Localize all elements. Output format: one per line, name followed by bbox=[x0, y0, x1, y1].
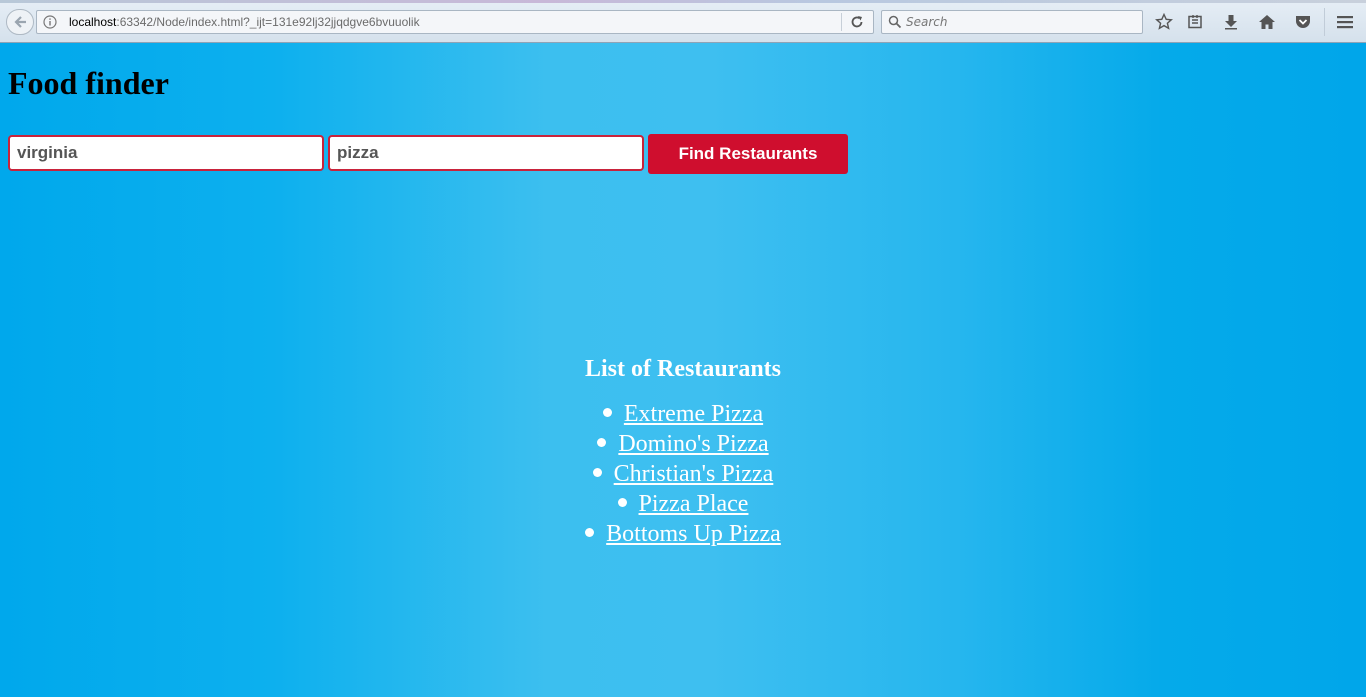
location-input[interactable] bbox=[8, 135, 324, 171]
restaurant-list: Extreme Pizza Domino's Pizza Christian's… bbox=[0, 399, 1366, 549]
list-item: Pizza Place bbox=[0, 489, 1366, 519]
back-arrow-icon bbox=[14, 16, 26, 28]
page-content: Food finder Find Restaurants List of Res… bbox=[0, 43, 1366, 697]
pocket-icon bbox=[1296, 16, 1310, 28]
list-item: Christian's Pizza bbox=[0, 459, 1366, 489]
info-icon[interactable] bbox=[43, 15, 57, 29]
url-text[interactable]: localhost:63342/Node/index.html?_ijt=131… bbox=[69, 15, 420, 29]
page-title: Food finder bbox=[8, 65, 169, 101]
bullet-icon bbox=[602, 407, 612, 417]
url-separator bbox=[841, 13, 842, 31]
download-icon bbox=[1225, 15, 1237, 30]
home-icon bbox=[1259, 15, 1275, 29]
window-top-edge bbox=[0, 0, 1366, 3]
reading-list-icon bbox=[1188, 15, 1202, 29]
menu-button[interactable] bbox=[1335, 12, 1355, 32]
list-item: Domino's Pizza bbox=[0, 429, 1366, 459]
bullet-icon bbox=[592, 467, 602, 477]
food-input[interactable] bbox=[328, 135, 644, 171]
url-host: localhost bbox=[69, 15, 117, 29]
results-heading: List of Restaurants bbox=[585, 356, 781, 382]
search-input[interactable] bbox=[906, 13, 1136, 31]
back-button[interactable] bbox=[6, 9, 34, 35]
bookmark-star-icon bbox=[1155, 13, 1173, 30]
download-button[interactable] bbox=[1221, 12, 1241, 32]
pocket-button[interactable] bbox=[1293, 12, 1313, 32]
results-section: List of Restaurants Extreme Pizza Domino… bbox=[0, 353, 1366, 549]
restaurant-link[interactable]: Domino's Pizza bbox=[618, 431, 768, 457]
toolbar-separator bbox=[1324, 8, 1325, 36]
search-icon bbox=[888, 15, 902, 29]
url-path: :63342/Node/index.html?_ijt=131e92lj32jj… bbox=[116, 15, 420, 29]
reading-list-button[interactable] bbox=[1185, 12, 1205, 32]
restaurant-link[interactable]: Christian's Pizza bbox=[614, 461, 774, 487]
reload-icon[interactable] bbox=[849, 14, 865, 30]
restaurant-link[interactable]: Bottoms Up Pizza bbox=[606, 521, 781, 547]
find-restaurants-button[interactable]: Find Restaurants bbox=[648, 134, 848, 174]
list-item: Bottoms Up Pizza bbox=[0, 519, 1366, 549]
bullet-icon bbox=[597, 437, 607, 447]
restaurant-link[interactable]: Pizza Place bbox=[639, 491, 749, 517]
address-bar[interactable]: localhost:63342/Node/index.html?_ijt=131… bbox=[36, 10, 874, 34]
menu-icon bbox=[1337, 16, 1353, 29]
restaurant-link[interactable]: Extreme Pizza bbox=[624, 401, 763, 427]
list-item: Extreme Pizza bbox=[0, 399, 1366, 429]
browser-toolbar: localhost:63342/Node/index.html?_ijt=131… bbox=[0, 0, 1366, 43]
bullet-icon bbox=[617, 497, 627, 507]
search-bar[interactable] bbox=[881, 10, 1143, 34]
home-button[interactable] bbox=[1257, 12, 1277, 32]
bookmark-star-button[interactable] bbox=[1154, 12, 1174, 32]
bullet-icon bbox=[585, 527, 595, 537]
